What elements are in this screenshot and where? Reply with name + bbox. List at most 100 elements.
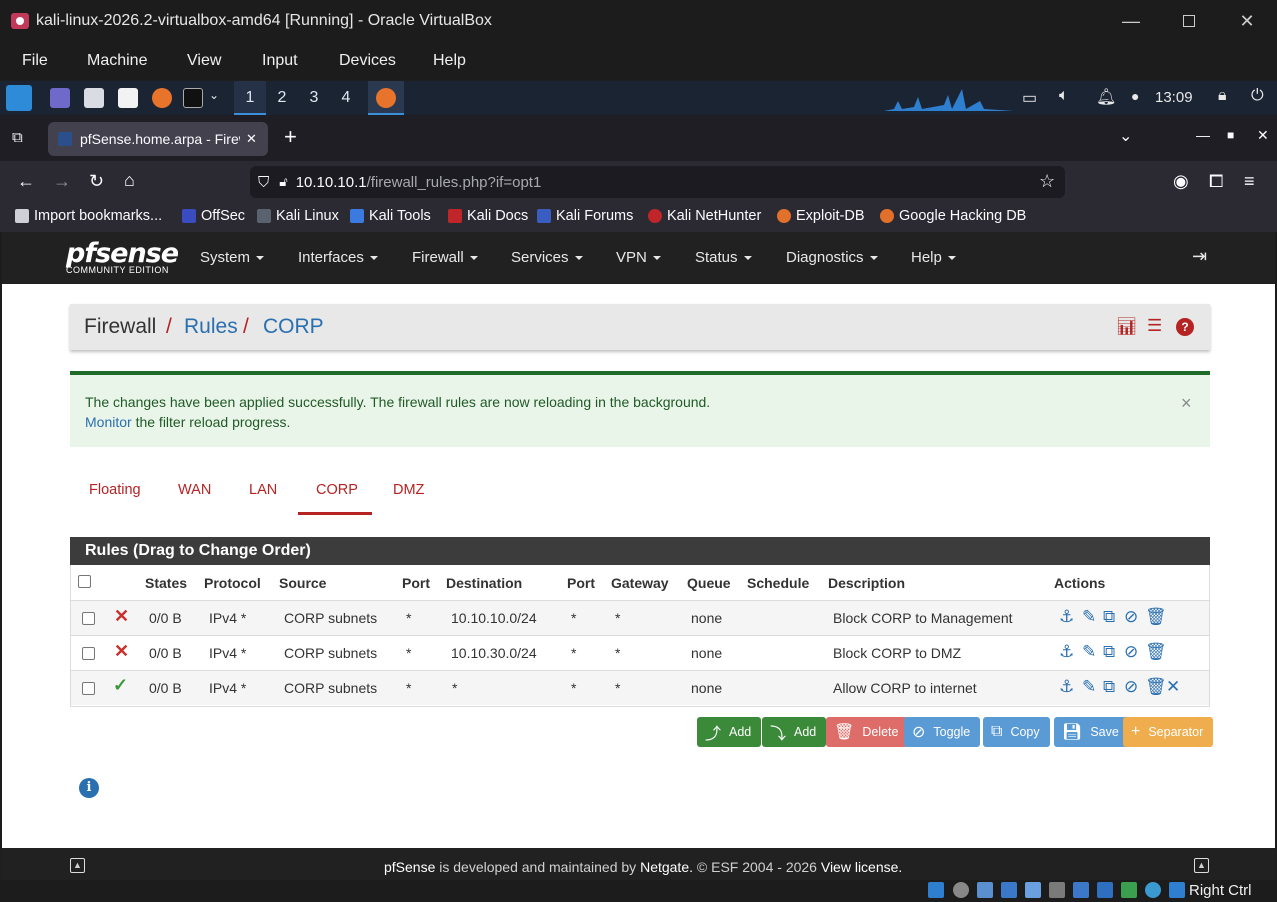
- bookmark-offsec[interactable]: OffSec: [182, 208, 245, 224]
- table-row[interactable]: ✕ 0/0 B IPv4 * CORP subnets * 10.10.30.0…: [71, 635, 1209, 670]
- copy-icon[interactable]: ⧉: [1103, 642, 1115, 662]
- lock-warning-icon[interactable]: 🔓︎: [279, 174, 287, 190]
- display-icon[interactable]: ▭: [1022, 88, 1037, 108]
- add-top-button[interactable]: ⤴ Add: [697, 717, 762, 747]
- menu-devices[interactable]: Devices: [339, 52, 396, 70]
- status-chart-icon[interactable]: 📊︎: [1116, 317, 1138, 337]
- display-icon[interactable]: [1073, 882, 1089, 898]
- new-tab-icon[interactable]: +: [284, 124, 297, 150]
- logout-icon[interactable]: ⇥: [1192, 246, 1207, 267]
- nav-help[interactable]: Help: [911, 249, 956, 266]
- separator-button[interactable]: + Separator: [1123, 717, 1214, 747]
- alert-close-icon[interactable]: ×: [1181, 393, 1192, 414]
- block-icon[interactable]: ✕: [114, 606, 129, 627]
- terminal-icon[interactable]: [183, 88, 203, 108]
- tab-dmz[interactable]: DMZ: [393, 482, 424, 498]
- minimize-button[interactable]: —: [1102, 0, 1160, 42]
- info-icon[interactable]: i: [79, 778, 99, 798]
- text-editor-icon[interactable]: [118, 88, 138, 108]
- nav-services[interactable]: Services: [511, 249, 583, 266]
- cpu-icon[interactable]: [1121, 882, 1137, 898]
- workspace-1[interactable]: 1: [234, 81, 266, 115]
- bookmark-kali-forums[interactable]: Kali Forums: [537, 208, 633, 224]
- disable-icon[interactable]: ⊘: [1124, 677, 1138, 697]
- add-bottom-button[interactable]: ⤵ Add: [762, 717, 827, 747]
- notification-bell-icon[interactable]: 🔔︎: [1096, 87, 1116, 107]
- lock-icon[interactable]: 🔒︎: [1218, 87, 1227, 105]
- nav-system[interactable]: System: [200, 249, 265, 266]
- workspace-2[interactable]: 2: [266, 81, 298, 115]
- bookmark-google-hacking-db[interactable]: Google Hacking DB: [880, 208, 1026, 224]
- anchor-icon[interactable]: ⚓︎: [1059, 677, 1074, 697]
- delete-button[interactable]: 🗑︎ Delete: [826, 717, 909, 747]
- select-all-checkbox[interactable]: [78, 575, 91, 588]
- browser-close-icon[interactable]: ✕: [1257, 127, 1269, 144]
- trash-icon[interactable]: 🗑︎: [1145, 677, 1167, 697]
- volume-icon[interactable]: 🔈︎: [1059, 87, 1069, 105]
- rule-source[interactable]: CORP subnets: [284, 680, 377, 696]
- clock[interactable]: 13:09: [1155, 89, 1193, 106]
- row-checkbox[interactable]: [82, 647, 95, 660]
- power-indicator-icon[interactable]: ●: [1131, 88, 1139, 104]
- nav-status[interactable]: Status: [695, 249, 752, 266]
- firefox-icon[interactable]: [152, 88, 172, 108]
- copy-icon[interactable]: ⧉: [1103, 607, 1115, 627]
- tab-floating[interactable]: Floating: [89, 482, 141, 498]
- file-manager-icon[interactable]: [84, 88, 104, 108]
- usb-icon[interactable]: [1025, 882, 1041, 898]
- netgate-link[interactable]: Netgate.: [640, 859, 693, 875]
- save-button[interactable]: 💾︎ Save: [1054, 717, 1129, 747]
- bookmark-kali-docs[interactable]: Kali Docs: [448, 208, 528, 224]
- row-checkbox[interactable]: [82, 682, 95, 695]
- mouse-integration-icon[interactable]: [1145, 882, 1161, 898]
- nav-vpn[interactable]: VPN: [616, 249, 661, 266]
- bookmark-star-icon[interactable]: ☆: [1039, 171, 1055, 192]
- block-icon[interactable]: ✕: [114, 641, 129, 662]
- tab-close-icon[interactable]: ✕: [246, 131, 257, 147]
- workspace-4[interactable]: 4: [330, 81, 362, 115]
- row-checkbox[interactable]: [82, 612, 95, 625]
- menu-machine[interactable]: Machine: [87, 52, 147, 70]
- monitor-link[interactable]: Monitor: [85, 414, 132, 430]
- desktop-icon[interactable]: [50, 88, 70, 108]
- menu-file[interactable]: File: [22, 52, 48, 70]
- close-button[interactable]: ✕: [1218, 0, 1276, 42]
- copy-button[interactable]: ⧉ Copy: [983, 717, 1050, 747]
- trash-icon[interactable]: 🗑︎: [1145, 642, 1167, 662]
- rule-source[interactable]: CORP subnets: [284, 645, 377, 661]
- pass-check-icon[interactable]: ✓: [113, 675, 128, 696]
- recording-icon[interactable]: [1097, 882, 1113, 898]
- keyboard-capture-icon[interactable]: [1169, 882, 1185, 898]
- tab-list-icon[interactable]: ⧉: [12, 129, 23, 146]
- hamburger-menu-icon[interactable]: ≡: [1244, 171, 1255, 191]
- bookmark-kali-tools[interactable]: Kali Tools: [350, 208, 431, 224]
- edit-pencil-icon[interactable]: ✎: [1082, 677, 1096, 697]
- tab-wan[interactable]: WAN: [178, 482, 211, 498]
- reload-icon[interactable]: ↻: [89, 171, 104, 191]
- help-icon[interactable]: ?: [1176, 318, 1194, 336]
- list-all-tabs-icon[interactable]: ⌄: [1119, 126, 1132, 146]
- nav-diagnostics[interactable]: Diagnostics: [786, 249, 878, 266]
- view-license-link[interactable]: View license.: [821, 859, 902, 875]
- anchor-icon[interactable]: ⚓︎: [1059, 642, 1074, 662]
- shield-icon[interactable]: ⛉: [258, 174, 269, 191]
- account-icon[interactable]: ◉: [1173, 171, 1189, 191]
- nav-interfaces[interactable]: Interfaces: [298, 249, 378, 266]
- scroll-top-icon[interactable]: ▲: [1194, 858, 1209, 873]
- disable-icon[interactable]: ⊘: [1124, 642, 1138, 662]
- anchor-icon[interactable]: ⚓︎: [1059, 607, 1074, 627]
- extensions-icon[interactable]: ⧠: [1209, 171, 1223, 191]
- kali-menu-icon[interactable]: [6, 85, 32, 111]
- bookmark-exploit-db[interactable]: Exploit-DB: [777, 208, 865, 224]
- nav-firewall[interactable]: Firewall: [412, 249, 478, 266]
- rule-states[interactable]: 0/0 B: [149, 680, 182, 696]
- bookmark-kali-nethunter[interactable]: Kali NetHunter: [648, 208, 761, 224]
- bookmark-kali-linux[interactable]: Kali Linux: [257, 208, 339, 224]
- audio-icon[interactable]: [977, 882, 993, 898]
- breadcrumb-corp[interactable]: CORP: [263, 315, 324, 339]
- copy-icon[interactable]: ⧉: [1103, 677, 1115, 697]
- bookmark-import[interactable]: Import bookmarks...: [15, 208, 162, 224]
- browser-minimize-icon[interactable]: —: [1196, 127, 1210, 143]
- shared-folders-icon[interactable]: [1049, 882, 1065, 898]
- table-row[interactable]: ✕ 0/0 B IPv4 * CORP subnets * 10.10.10.0…: [71, 600, 1209, 635]
